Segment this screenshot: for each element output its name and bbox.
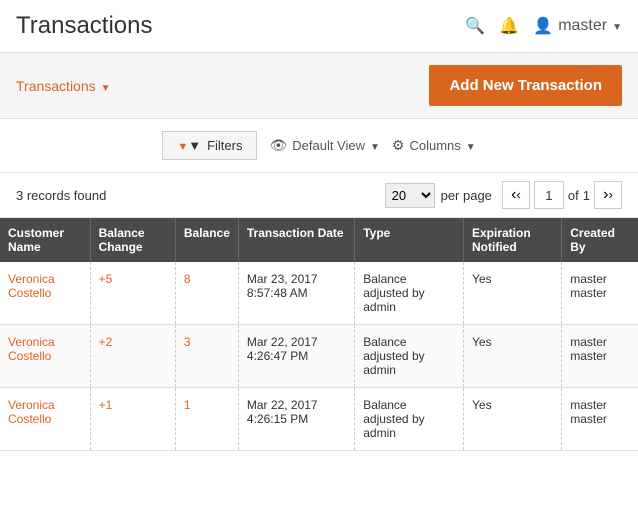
customer-name-link[interactable]: Veronica Costello [8,335,82,363]
cell-expiration-notified: Yes [464,262,562,325]
add-new-transaction-button[interactable]: Add New Transaction [429,65,622,106]
columns-label: Columns [409,138,460,153]
col-balance: Balance [175,218,238,262]
cell-balance-change: +5 [90,262,175,325]
total-pages: 1 [583,188,590,203]
col-created-by: Created By [562,218,638,262]
transactions-dropdown[interactable]: Transactions [16,78,111,94]
cell-balance-change: +2 [90,325,175,388]
user-name: master [558,17,607,35]
columns-caret-icon [466,138,476,153]
cell-transaction-date: Mar 23, 2017 8:57:48 AM [238,262,354,325]
table-row: Veronica Costello +23Mar 22, 2017 4:26:47… [0,325,638,388]
cell-customer-name: Veronica Costello [0,388,90,451]
page-title: Transactions [16,12,153,40]
cell-balance-change: +1 [90,388,175,451]
user-caret-icon [612,17,622,35]
pagination-row: 3 records found 20 50 100 per page ‹ 1 o… [0,173,638,218]
transactions-dropdown-label: Transactions [16,78,96,94]
filters-button[interactable]: ▼ Filters [162,131,257,160]
col-transaction-date: Transaction Date [238,218,354,262]
per-page-wrapper: 20 50 100 per page [385,183,492,208]
table-body: Veronica Costello +58Mar 23, 2017 8:57:48… [0,262,638,451]
records-count: 3 records found [16,188,375,203]
gear-icon [392,137,405,154]
col-customer-name: Customer Name [0,218,90,262]
cell-customer-name: Veronica Costello [0,262,90,325]
customer-name-link[interactable]: Veronica Costello [8,272,82,300]
customer-name-link[interactable]: Veronica Costello [8,398,82,426]
table-row: Veronica Costello +11Mar 22, 2017 4:26:15… [0,388,638,451]
next-icon: › [603,186,613,204]
col-balance-change: Balance Change [90,218,175,262]
cell-balance: 8 [175,262,238,325]
bell-icon[interactable] [499,16,519,36]
cell-balance: 1 [175,388,238,451]
cell-type: Balance adjusted by admin [355,325,464,388]
cell-created-by: master master [562,388,638,451]
table-row: Veronica Costello +58Mar 23, 2017 8:57:48… [0,262,638,325]
search-icon[interactable] [465,16,485,36]
cell-expiration-notified: Yes [464,388,562,451]
default-view-dropdown[interactable]: Default View [269,137,379,154]
col-expiration-notified: Expiration Notified [464,218,562,262]
toolbar: Transactions Add New Transaction [0,53,638,119]
pagination-nav: ‹ 1 of 1 › [502,181,622,209]
cell-customer-name: Veronica Costello [0,325,90,388]
prev-icon: ‹ [511,186,521,204]
controls-bar: ▼ Filters Default View Columns [0,119,638,173]
of-label: of [568,188,579,203]
eye-icon [269,137,287,154]
per-page-label: per page [441,188,492,203]
prev-page-button[interactable]: ‹ [502,181,530,209]
cell-created-by: master master [562,262,638,325]
cell-transaction-date: Mar 22, 2017 4:26:15 PM [238,388,354,451]
per-page-select[interactable]: 20 50 100 [385,183,435,208]
cell-expiration-notified: Yes [464,325,562,388]
cell-balance: 3 [175,325,238,388]
user-icon [533,16,553,36]
dropdown-caret-icon [101,78,111,94]
transactions-table: Customer Name Balance Change Balance Tra… [0,218,638,451]
cell-type: Balance adjusted by admin [355,262,464,325]
next-page-button[interactable]: › [594,181,622,209]
filter-label: Filters [207,138,242,153]
view-label: Default View [292,138,365,153]
table-header: Customer Name Balance Change Balance Tra… [0,218,638,262]
header-icons: master [465,16,622,36]
table-header-row: Customer Name Balance Change Balance Tra… [0,218,638,262]
columns-dropdown[interactable]: Columns [392,137,476,154]
filter-icon: ▼ [177,138,201,153]
page-header: Transactions master [0,0,638,53]
user-menu[interactable]: master [533,16,622,36]
cell-transaction-date: Mar 22, 2017 4:26:47 PM [238,325,354,388]
current-page: 1 [534,181,564,209]
cell-created-by: master master [562,325,638,388]
cell-type: Balance adjusted by admin [355,388,464,451]
col-type: Type [355,218,464,262]
view-caret-icon [370,138,380,153]
